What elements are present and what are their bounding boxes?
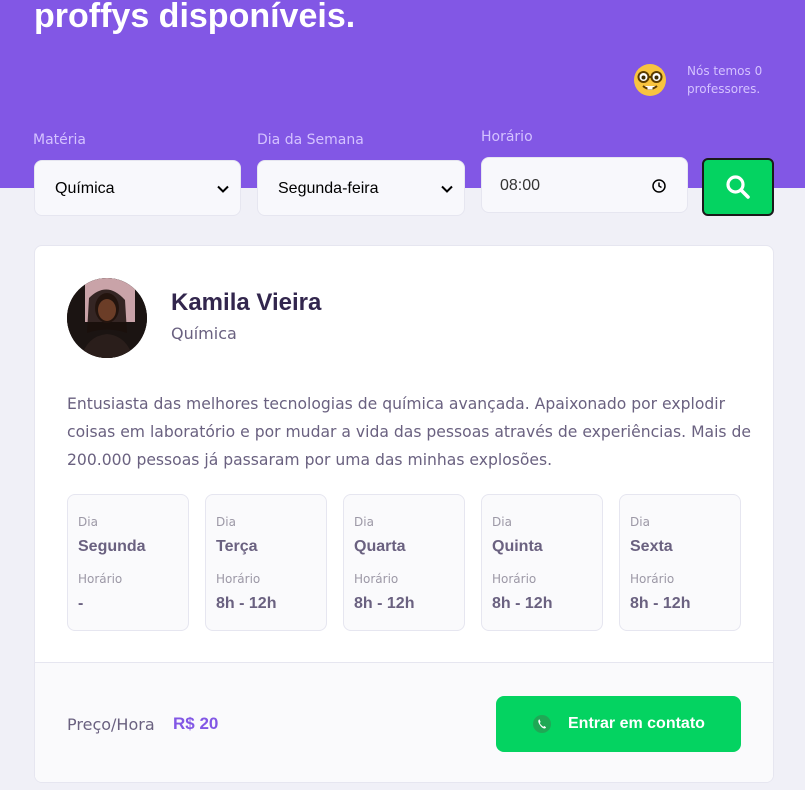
teacher-name: Kamila Vieira <box>171 289 322 316</box>
day-value: Segunda <box>78 538 146 555</box>
weekday-select-value: Segunda-feira <box>278 180 379 197</box>
time-label: Horário <box>630 572 675 586</box>
time-label: Horário <box>216 572 261 586</box>
teacher-card: Kamila Vieira Química Entusiasta das mel… <box>34 245 774 783</box>
page-title: proffys disponíveis. <box>34 0 356 35</box>
teachers-count: Nós temos 0 professores. <box>687 64 763 96</box>
day-label: Dia <box>354 515 374 529</box>
weekday-filter-label: Dia da Semana <box>257 132 364 148</box>
clock-icon[interactable] <box>651 178 667 194</box>
schedule-item: Dia Quarta Horário 8h - 12h <box>343 494 465 631</box>
avatar <box>67 278 147 358</box>
weekday-select[interactable]: Segunda-feira <box>257 160 465 216</box>
schedule-item: Dia Quinta Horário 8h - 12h <box>481 494 603 631</box>
whatsapp-icon <box>533 715 551 733</box>
card-footer: Preço/Hora R$ 20 Entrar em contato <box>35 662 773 782</box>
search-icon <box>726 175 750 199</box>
subject-select-value: Química <box>55 180 115 197</box>
chevron-down-icon <box>217 185 229 193</box>
day-value: Terça <box>216 538 258 555</box>
teacher-subject: Química <box>171 324 237 343</box>
contact-button-label: Entrar em contato <box>568 715 705 732</box>
time-value: 8h - 12h <box>216 595 277 612</box>
day-label: Dia <box>78 515 98 529</box>
time-input-value: 08:00 <box>500 177 541 194</box>
day-label: Dia <box>216 515 236 529</box>
subject-select[interactable]: Química <box>34 160 241 216</box>
time-value: 8h - 12h <box>630 595 691 612</box>
price-label: Preço/Hora <box>67 715 155 734</box>
search-button[interactable] <box>702 158 774 216</box>
time-value: 8h - 12h <box>354 595 415 612</box>
schedule-item: Dia Segunda Horário - <box>67 494 189 631</box>
chevron-down-icon <box>441 185 453 193</box>
time-label: Horário <box>354 572 399 586</box>
time-value: - <box>78 595 84 612</box>
time-filter-label: Horário <box>481 129 533 145</box>
day-value: Quinta <box>492 538 543 555</box>
time-value: 8h - 12h <box>492 595 553 612</box>
subject-filter-label: Matéria <box>33 132 86 148</box>
price-value: R$ 20 <box>173 714 219 733</box>
teacher-bio: Entusiasta das melhores tecnologias de q… <box>67 395 751 469</box>
day-label: Dia <box>492 515 512 529</box>
nerd-face-icon <box>634 64 666 96</box>
time-input[interactable]: 08:00 <box>481 157 688 213</box>
day-value: Sexta <box>630 538 673 555</box>
day-label: Dia <box>630 515 650 529</box>
schedule-item: Dia Sexta Horário 8h - 12h <box>619 494 741 631</box>
contact-button[interactable]: Entrar em contato <box>496 696 741 752</box>
time-label: Horário <box>492 572 537 586</box>
schedule-item: Dia Terça Horário 8h - 12h <box>205 494 327 631</box>
day-value: Quarta <box>354 538 406 555</box>
time-label: Horário <box>78 572 123 586</box>
